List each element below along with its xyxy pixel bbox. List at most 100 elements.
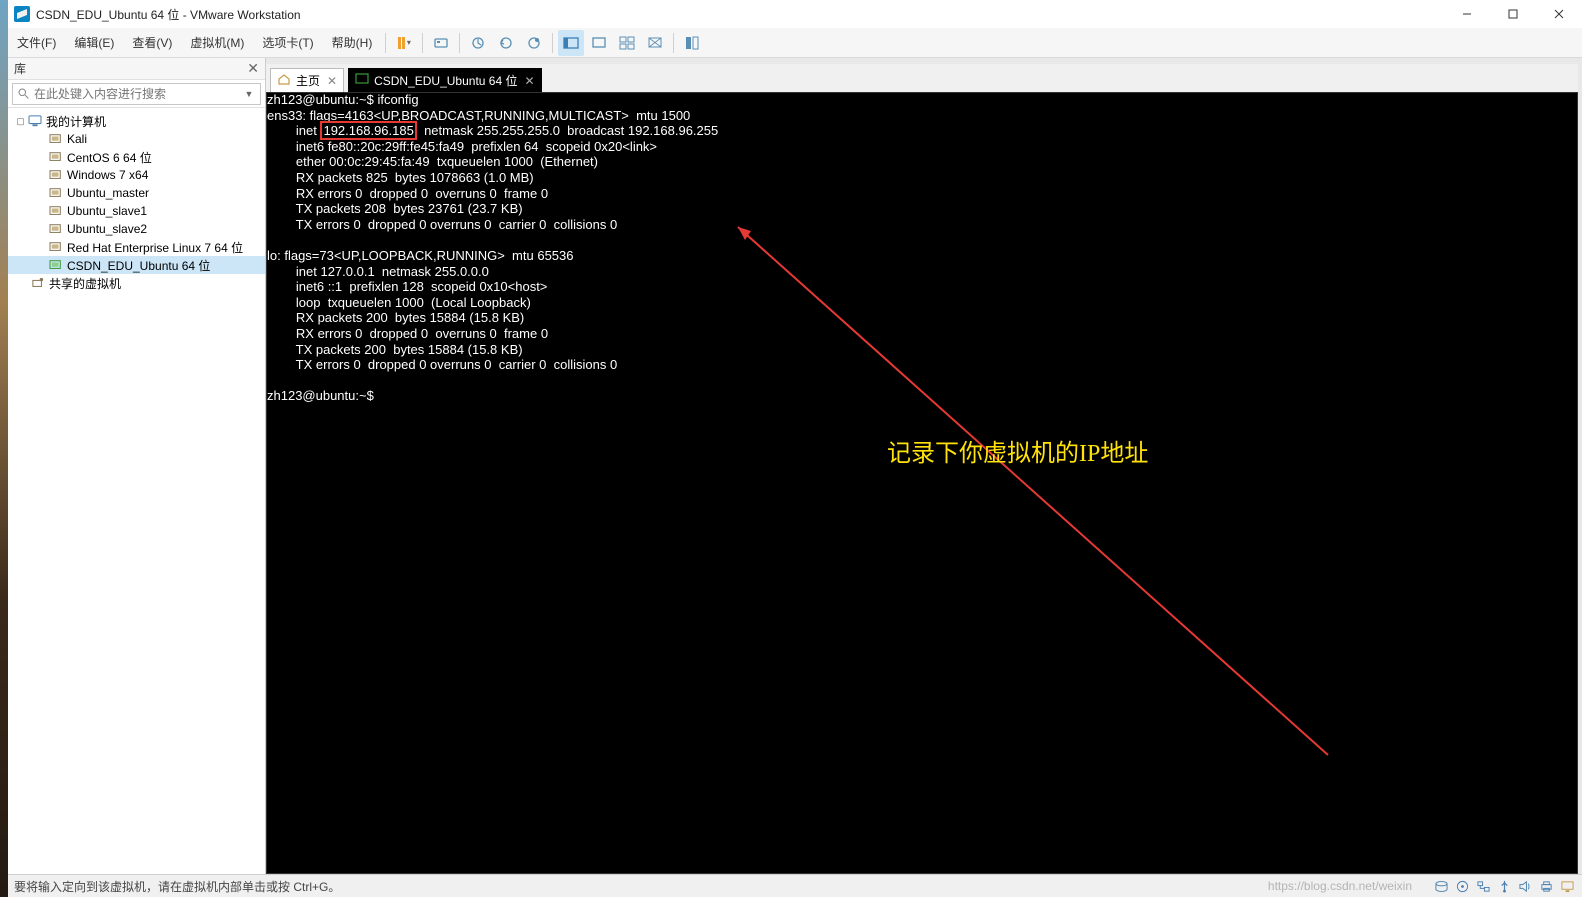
separator (459, 33, 460, 53)
tree-item-csdn-edu-ubuntu[interactable]: CSDN_EDU_Ubuntu 64 位 (8, 256, 265, 274)
annotation-text: 记录下你虚拟机的IP地址 (887, 433, 1148, 468)
window-titlebar[interactable]: CSDN_EDU_Ubuntu 64 位 - VMware Workstatio… (8, 0, 1582, 28)
tab-home[interactable]: 主页 ✕ (270, 68, 344, 92)
term-line: RX packets 825 bytes 1078663 (1.0 MB) (267, 170, 534, 185)
revert-snapshot-button[interactable] (493, 30, 519, 56)
term-prompt: zh123@ubuntu:~$ (267, 388, 377, 403)
vm-console[interactable]: zh123@ubuntu:~$ ifconfig ens33: flags=41… (266, 92, 1578, 874)
vm-icon (48, 240, 64, 254)
menu-vm[interactable]: 虚拟机(M) (181, 28, 253, 57)
tree-item-centos[interactable]: CentOS 6 64 位 (8, 148, 265, 166)
window-title: CSDN_EDU_Ubuntu 64 位 - VMware Workstatio… (36, 6, 301, 23)
network-icon[interactable] (1474, 878, 1492, 894)
term-line: RX packets 200 bytes 15884 (15.8 KB) (267, 310, 524, 325)
menu-file[interactable]: 文件(F) (8, 28, 65, 57)
vm-icon (48, 150, 64, 164)
tree-item-ubuntu-slave1[interactable]: Ubuntu_slave1 (8, 202, 265, 220)
menu-view[interactable]: 查看(V) (123, 28, 181, 57)
term-line: RX errors 0 dropped 0 overruns 0 frame 0 (267, 186, 548, 201)
tree-label: 共享的虚拟机 (49, 275, 121, 292)
close-button[interactable] (1536, 0, 1582, 28)
computer-icon (27, 114, 43, 128)
pause-button[interactable]: ▾ (391, 30, 417, 56)
tree-label: CentOS 6 64 位 (67, 149, 152, 166)
stretch-button[interactable] (642, 30, 668, 56)
collapse-icon[interactable]: ▢ (14, 116, 27, 127)
library-toggle-button[interactable] (679, 30, 705, 56)
cd-icon[interactable] (1453, 878, 1471, 894)
term-line: TX packets 200 bytes 15884 (15.8 KB) (267, 342, 523, 357)
vm-icon (48, 132, 64, 146)
tree-item-kali[interactable]: Kali (8, 130, 265, 148)
vm-tree: ▢ 我的计算机 Kali CentOS 6 64 位 Windows 7 x64… (8, 108, 265, 874)
printer-icon[interactable] (1537, 878, 1555, 894)
usb-icon[interactable] (1495, 878, 1513, 894)
manage-snapshot-button[interactable] (521, 30, 547, 56)
menu-edit[interactable]: 编辑(E) (65, 28, 123, 57)
tree-label: Kali (67, 132, 87, 146)
tree-label: Ubuntu_master (67, 186, 149, 200)
maximize-button[interactable] (1490, 0, 1536, 28)
fullscreen-button[interactable] (586, 30, 612, 56)
unity-button[interactable] (614, 30, 640, 56)
tree-label: Ubuntu_slave1 (67, 204, 147, 218)
search-dropdown-icon[interactable]: ▼ (242, 89, 256, 99)
library-title: 库 (14, 60, 26, 77)
menu-tabs[interactable]: 选项卡(T) (253, 28, 322, 57)
library-search-box[interactable]: ▼ (12, 83, 261, 105)
term-line: netmask 255.255.255.0 broadcast 192.168.… (417, 123, 718, 138)
tab-close-icon[interactable]: ✕ (524, 74, 534, 88)
tree-label: CSDN_EDU_Ubuntu 64 位 (67, 257, 210, 274)
term-prompt: zh123@ubuntu:~$ (267, 92, 377, 107)
term-line: lo: flags=73<UP,LOOPBACK,RUNNING> mtu 65… (267, 248, 574, 263)
search-input[interactable] (34, 87, 242, 101)
separator (673, 33, 674, 53)
tree-item-win7[interactable]: Windows 7 x64 (8, 166, 265, 184)
send-ctrl-alt-del-button[interactable] (428, 30, 454, 56)
home-icon (277, 73, 291, 88)
menu-bar: 文件(F) 编辑(E) 查看(V) 虚拟机(M) 选项卡(T) 帮助(H) ▾ (8, 28, 1582, 58)
term-line: TX errors 0 dropped 0 overruns 0 carrier… (267, 217, 617, 232)
library-header: 库 ✕ (8, 58, 265, 80)
vm-icon (48, 204, 64, 218)
term-line: inet (267, 123, 320, 138)
desktop-background-strip (0, 0, 8, 897)
term-line: inet 127.0.0.1 netmask 255.0.0.0 (267, 264, 489, 279)
tree-label: Windows 7 x64 (67, 168, 148, 182)
separator (422, 33, 423, 53)
shared-icon (30, 276, 46, 290)
disk-icon[interactable] (1432, 878, 1450, 894)
status-text: 要将输入定向到该虚拟机，请在虚拟机内部单击或按 Ctrl+G。 (14, 878, 340, 895)
status-bar: 要将输入定向到该虚拟机，请在虚拟机内部单击或按 Ctrl+G。 https://… (8, 874, 1582, 897)
sound-icon[interactable] (1516, 878, 1534, 894)
tree-root-mycomputer[interactable]: ▢ 我的计算机 (8, 112, 265, 130)
term-line: RX errors 0 dropped 0 overruns 0 frame 0 (267, 326, 548, 341)
tree-item-ubuntu-slave2[interactable]: Ubuntu_slave2 (8, 220, 265, 238)
term-line: inet6 fe80::20c:29ff:fe45:fa49 prefixlen… (267, 139, 657, 154)
menu-help[interactable]: 帮助(H) (323, 28, 382, 57)
vm-icon (48, 186, 64, 200)
tree-item-rhel[interactable]: Red Hat Enterprise Linux 7 64 位 (8, 238, 265, 256)
term-line: loop txqueuelen 1000 (Local Loopback) (267, 295, 531, 310)
library-close-icon[interactable]: ✕ (247, 60, 259, 77)
library-panel: 库 ✕ ▼ ▢ 我的计算机 Kali CentOS 6 64 位 Windows… (8, 58, 266, 874)
tab-label: CSDN_EDU_Ubuntu 64 位 (374, 72, 517, 89)
vm-icon (48, 258, 64, 272)
tree-label: 我的计算机 (46, 113, 106, 130)
vm-icon (355, 73, 369, 88)
tab-close-icon[interactable]: ✕ (327, 74, 337, 88)
term-line: TX errors 0 dropped 0 overruns 0 carrier… (267, 357, 617, 372)
search-icon (17, 87, 30, 100)
term-line: TX packets 208 bytes 23761 (23.7 KB) (267, 201, 523, 216)
tree-shared-vms[interactable]: 共享的虚拟机 (8, 274, 265, 292)
tab-vm-csdn[interactable]: CSDN_EDU_Ubuntu 64 位 ✕ (348, 68, 541, 92)
term-line: inet6 ::1 prefixlen 128 scopeid 0x10<hos… (267, 279, 547, 294)
display-icon[interactable] (1558, 878, 1576, 894)
snapshot-button[interactable] (465, 30, 491, 56)
vmware-app-icon (14, 6, 30, 22)
minimize-button[interactable] (1444, 0, 1490, 28)
tree-item-ubuntu-master[interactable]: Ubuntu_master (8, 184, 265, 202)
console-view-button[interactable] (558, 30, 584, 56)
terminal-output: zh123@ubuntu:~$ ifconfig ens33: flags=41… (267, 93, 1577, 405)
term-line: ether 00:0c:29:45:fa:49 txqueuelen 1000 … (267, 154, 598, 169)
